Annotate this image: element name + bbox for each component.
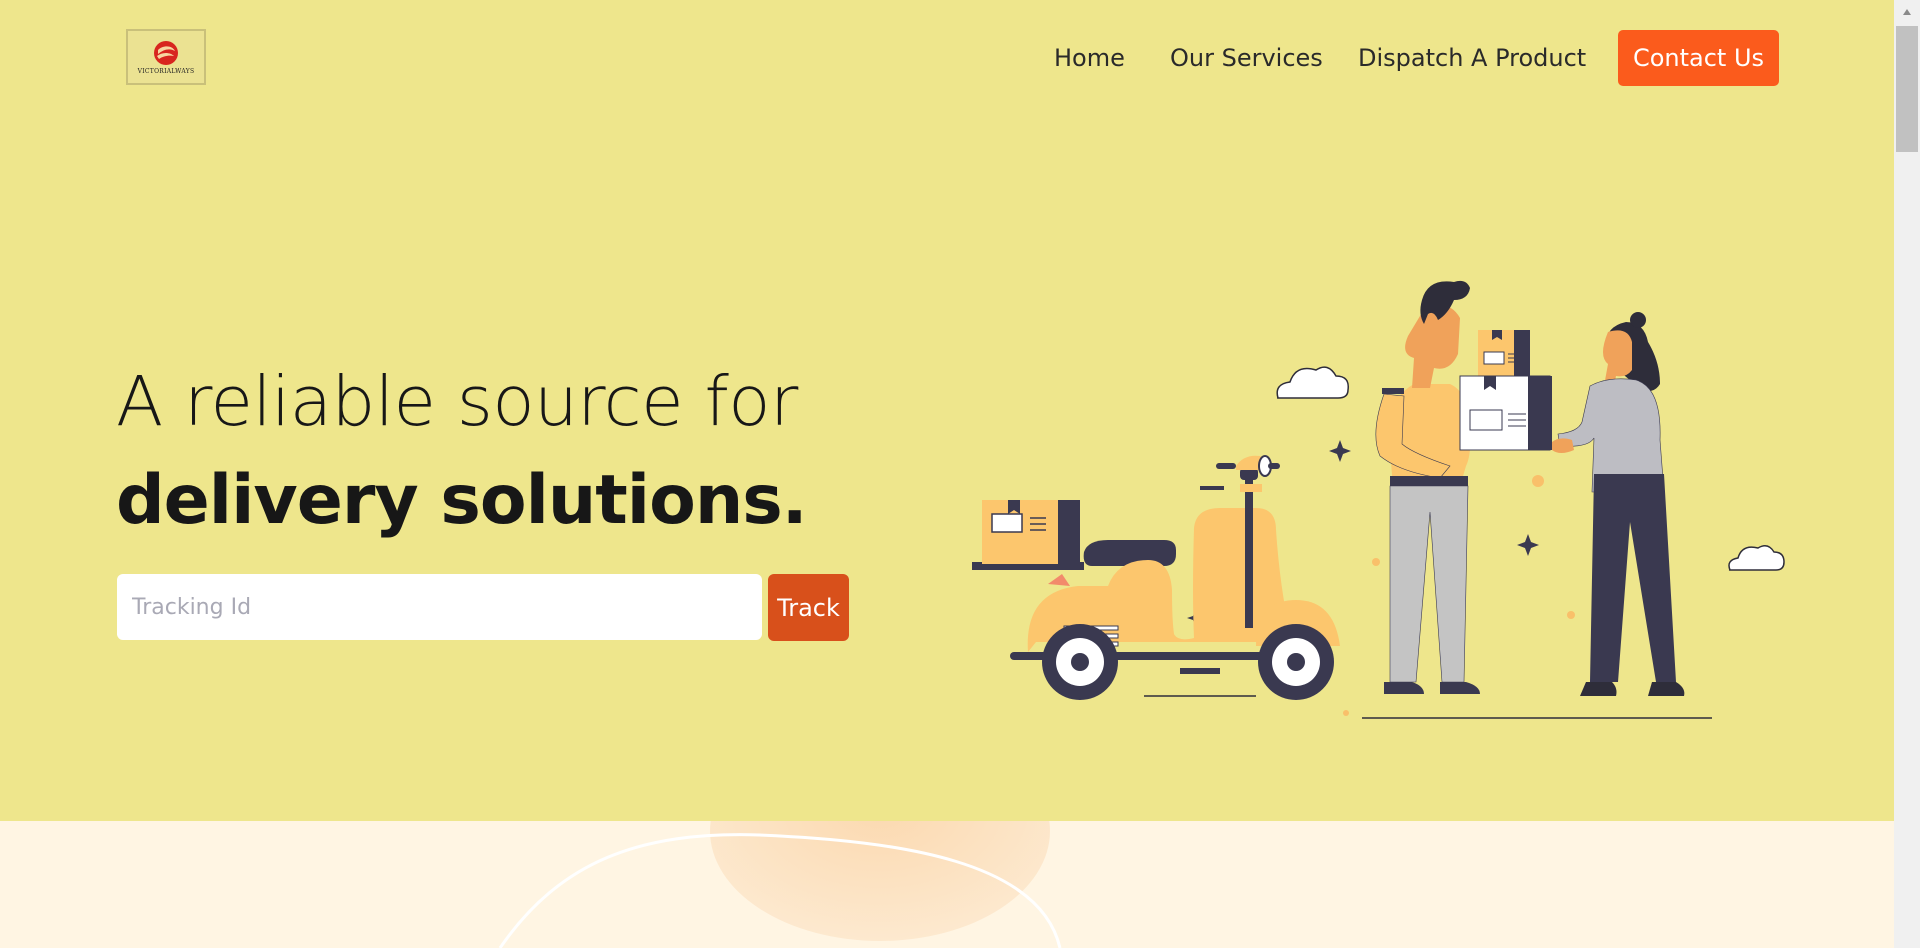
decorative-background xyxy=(498,821,1062,948)
cloud-icon xyxy=(1728,545,1785,571)
services-section-preview xyxy=(0,821,1894,948)
scooter xyxy=(972,455,1340,700)
sparkle-icon xyxy=(1517,534,1539,556)
nav-home-link[interactable]: Home xyxy=(1054,44,1125,72)
parcel-boxes xyxy=(1459,330,1552,451)
page-scrollbar[interactable] xyxy=(1894,0,1920,948)
nav-dispatch-link[interactable]: Dispatch A Product xyxy=(1358,44,1586,72)
delivery-illustration xyxy=(972,280,1785,719)
contact-us-button[interactable]: Contact Us xyxy=(1618,30,1779,86)
tracking-id-input[interactable] xyxy=(117,574,762,640)
delivery-man xyxy=(1375,280,1480,694)
customer-woman xyxy=(1552,312,1685,696)
page: VICTORIALWAYS Home Our Services Dispatch… xyxy=(0,0,1894,948)
scroll-up-arrow-icon[interactable] xyxy=(1894,0,1920,24)
top-navigation: Home Our Services Dispatch A Product Con… xyxy=(0,30,1894,86)
hero-section: VICTORIALWAYS Home Our Services Dispatch… xyxy=(0,0,1894,821)
track-button[interactable]: Track xyxy=(768,574,849,641)
hero-headline-line2: delivery solutions. xyxy=(116,461,808,540)
nav-services-link[interactable]: Our Services xyxy=(1170,44,1323,72)
scrollbar-thumb[interactable] xyxy=(1896,26,1918,152)
hero-headline-line1: A reliable source for xyxy=(116,362,798,442)
cloud-icon xyxy=(1276,366,1349,399)
sparkle-icon xyxy=(1329,440,1351,462)
